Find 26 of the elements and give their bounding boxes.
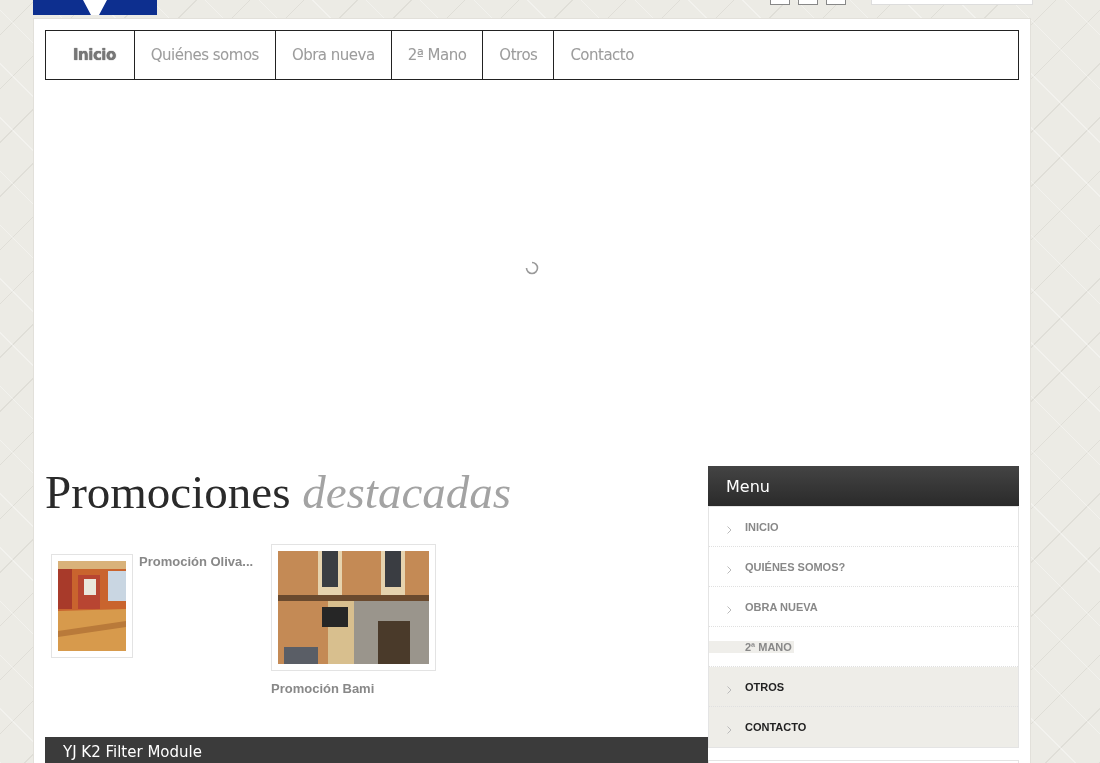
menu-item-label: CONTACTO [745,721,807,733]
menu-item[interactable]: CONTACTO [709,707,1018,747]
nav-link[interactable]: Otros [483,31,555,79]
nav-link[interactable]: Quiénes somos [134,31,276,79]
nav-link[interactable]: Obra nueva [275,31,392,79]
menu-item-label: INICIO [745,520,779,533]
nav-link[interactable]: Inicio [46,31,135,79]
nav-link[interactable]: Contacto [554,31,650,79]
menu-item[interactable]: OBRA NUEVA [709,587,1018,627]
loading-spinner-icon [525,261,539,275]
thumbnail-frame[interactable] [51,554,133,658]
promotion-link[interactable]: Promoción Bami [271,681,436,696]
menu-item[interactable]: QUIÉNES SOMOS? [709,547,1018,587]
menu-item-label: 2ª MANO [709,640,794,653]
promotion-link[interactable]: Promoción Oliva... [139,554,254,569]
section-heading: Promociones destacadas [45,465,513,520]
logo-icon[interactable] [33,0,157,15]
menu-item[interactable]: OTROS [709,667,1018,707]
menu-item-label: OBRA NUEVA [745,600,818,613]
module-title: YJ K2 Filter Module [63,743,202,761]
menu-item-label: OTROS [745,680,785,693]
menu-title: Menu [726,476,770,496]
nav-link[interactable]: 2ª Mano [391,31,484,79]
thumbnail-frame[interactable] [271,544,436,671]
menu-item-label: QUIÉNES SOMOS? [745,560,846,573]
menu-item[interactable]: INICIO [709,507,1018,547]
